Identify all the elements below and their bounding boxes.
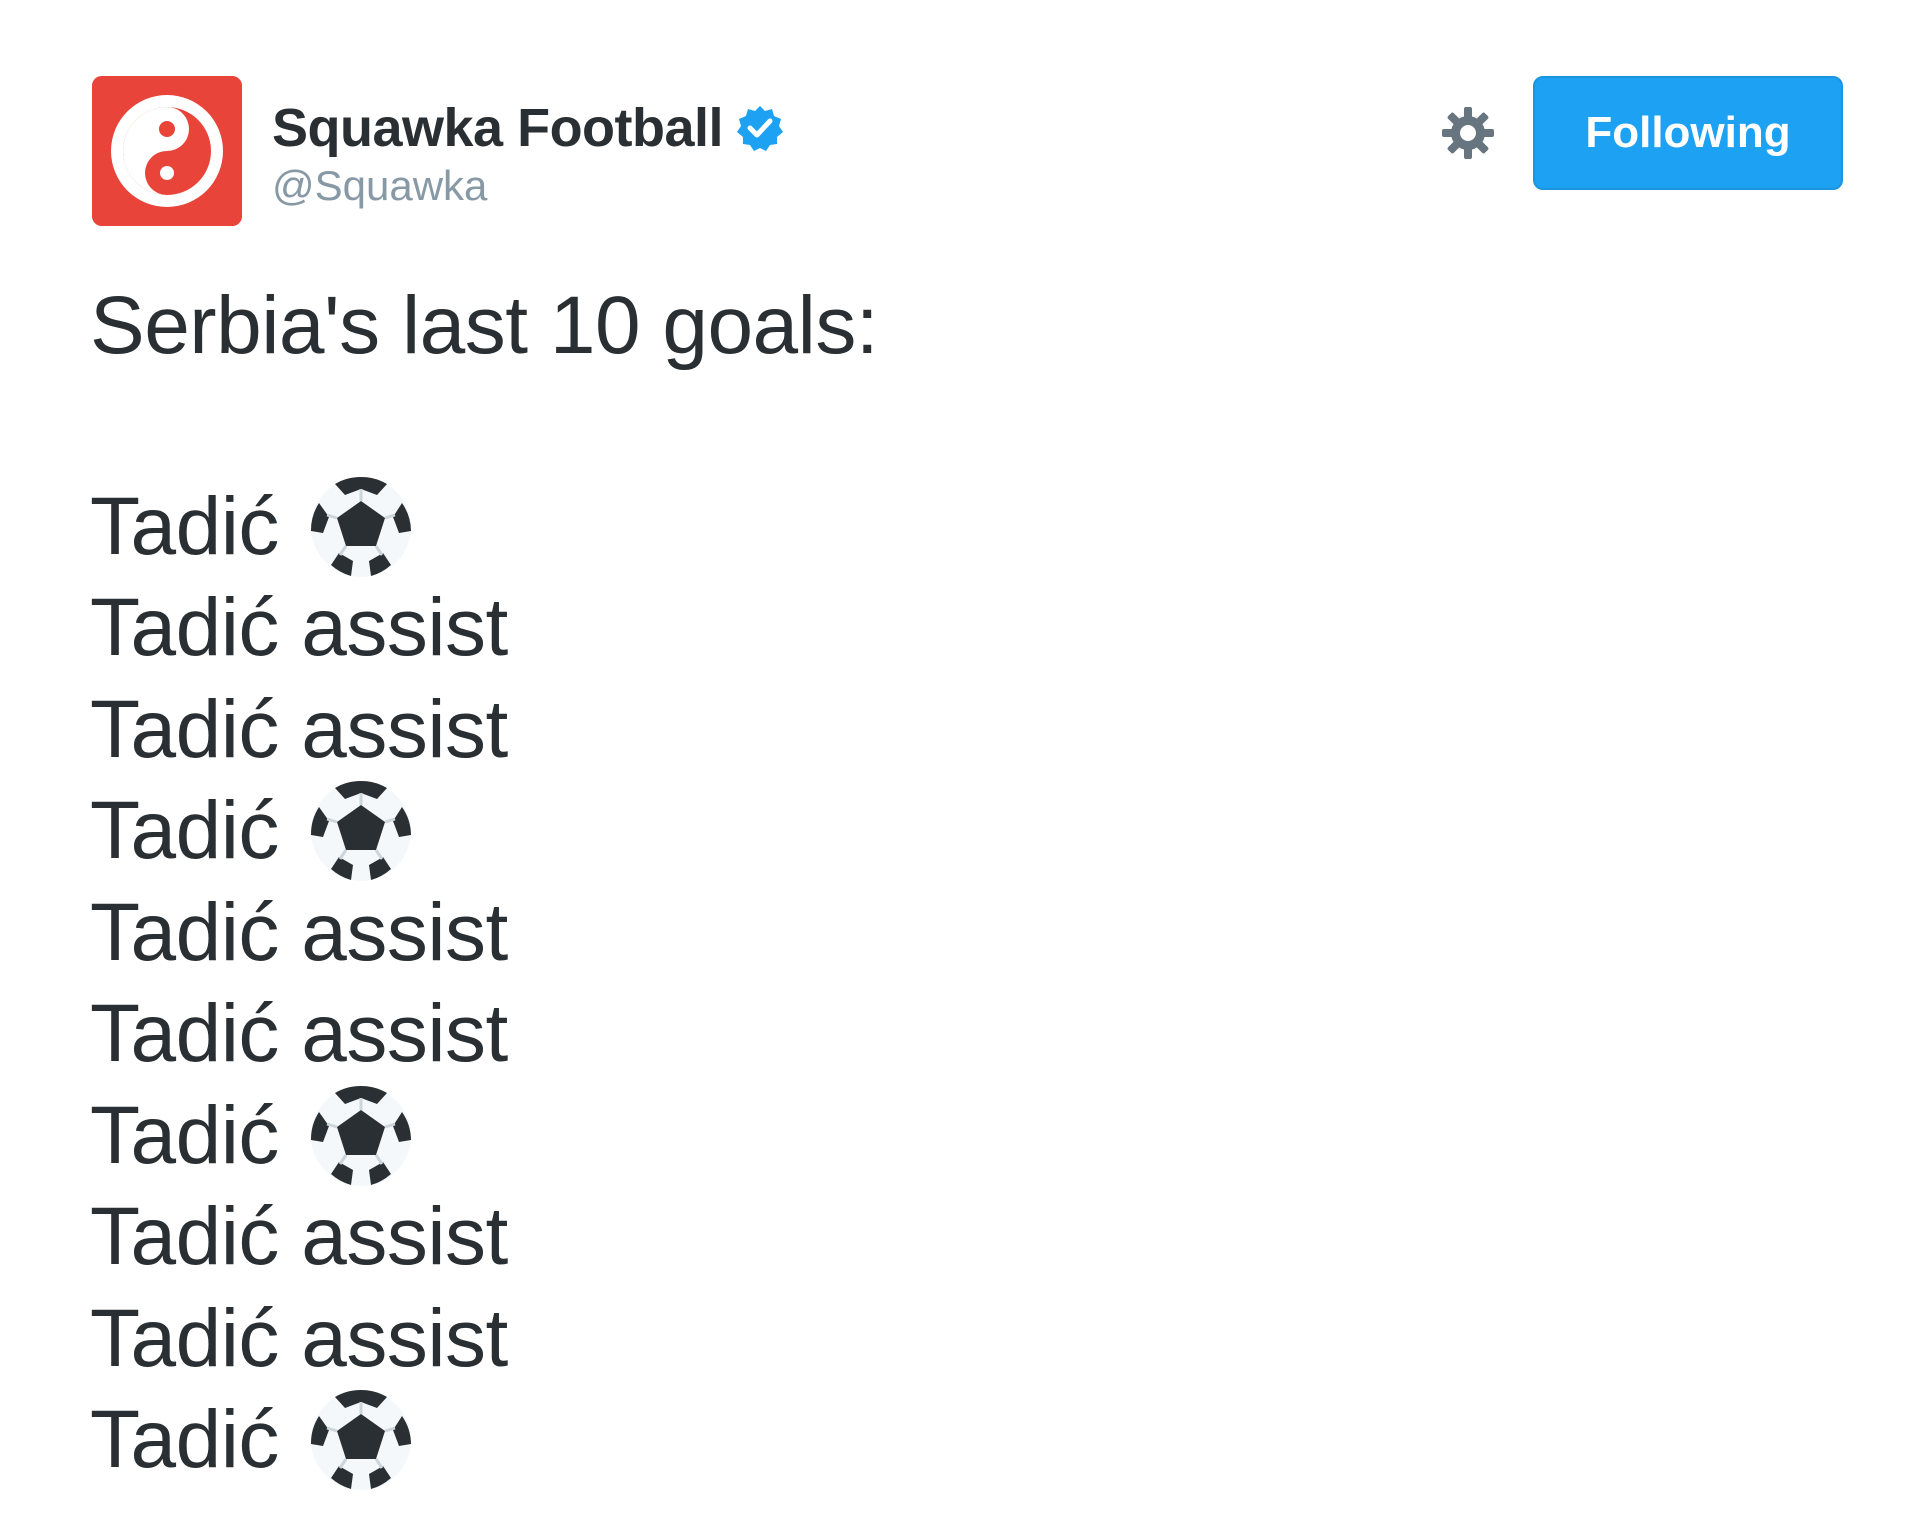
assist-label: assist xyxy=(301,1191,508,1283)
player-name: Tadić xyxy=(90,582,279,674)
list-item: Tadić xyxy=(90,476,878,578)
player-name: Tadić xyxy=(90,785,279,877)
soccer-ball-icon xyxy=(307,777,415,885)
list-item: Tadić assist xyxy=(90,984,878,1086)
list-item: Tadić assist xyxy=(90,679,878,781)
soccer-ball-icon xyxy=(307,1386,415,1494)
avatar[interactable] xyxy=(92,76,242,226)
list-item: Tadić xyxy=(90,1085,878,1187)
assist-label: assist xyxy=(301,886,508,978)
squawka-logo-icon xyxy=(92,76,242,226)
player-name: Tadić xyxy=(90,1394,279,1486)
assist-label: assist xyxy=(301,1292,508,1384)
list-item: Tadić assist xyxy=(90,1288,878,1390)
gear-icon[interactable] xyxy=(1440,105,1496,161)
list-item: Tadić assist xyxy=(90,882,878,984)
list-item: Tadić assist xyxy=(90,1187,878,1289)
player-name: Tadić xyxy=(90,1089,279,1181)
tweet-text: Serbia's last 10 goals: Tadić Tadić assi… xyxy=(90,276,879,1492)
list-item: Tadić xyxy=(90,781,878,883)
player-name: Tadić xyxy=(90,886,279,978)
display-name[interactable]: Squawka Football xyxy=(272,97,724,159)
tweet-card: Squawka Football @Squawka Following Serb… xyxy=(0,0,1920,1515)
account-handle[interactable]: @Squawka xyxy=(272,162,785,210)
assist-label: assist xyxy=(301,683,508,775)
player-name: Tadić xyxy=(90,988,279,1080)
soccer-ball-icon xyxy=(307,1082,415,1190)
verified-badge-icon xyxy=(735,103,785,153)
player-name: Tadić xyxy=(90,1191,279,1283)
soccer-ball-icon xyxy=(307,473,415,581)
assist-label: assist xyxy=(301,582,508,674)
account-info: Squawka Football @Squawka xyxy=(272,96,785,210)
player-name: Tadić xyxy=(90,1292,279,1384)
list-item: Tadić assist xyxy=(90,578,878,680)
player-name: Tadić xyxy=(90,683,279,775)
tweet-intro: Serbia's last 10 goals: xyxy=(90,280,879,371)
player-name: Tadić xyxy=(90,480,279,572)
following-button[interactable]: Following xyxy=(1533,76,1843,190)
list-item: Tadić xyxy=(90,1390,878,1492)
assist-label: assist xyxy=(301,988,508,1080)
